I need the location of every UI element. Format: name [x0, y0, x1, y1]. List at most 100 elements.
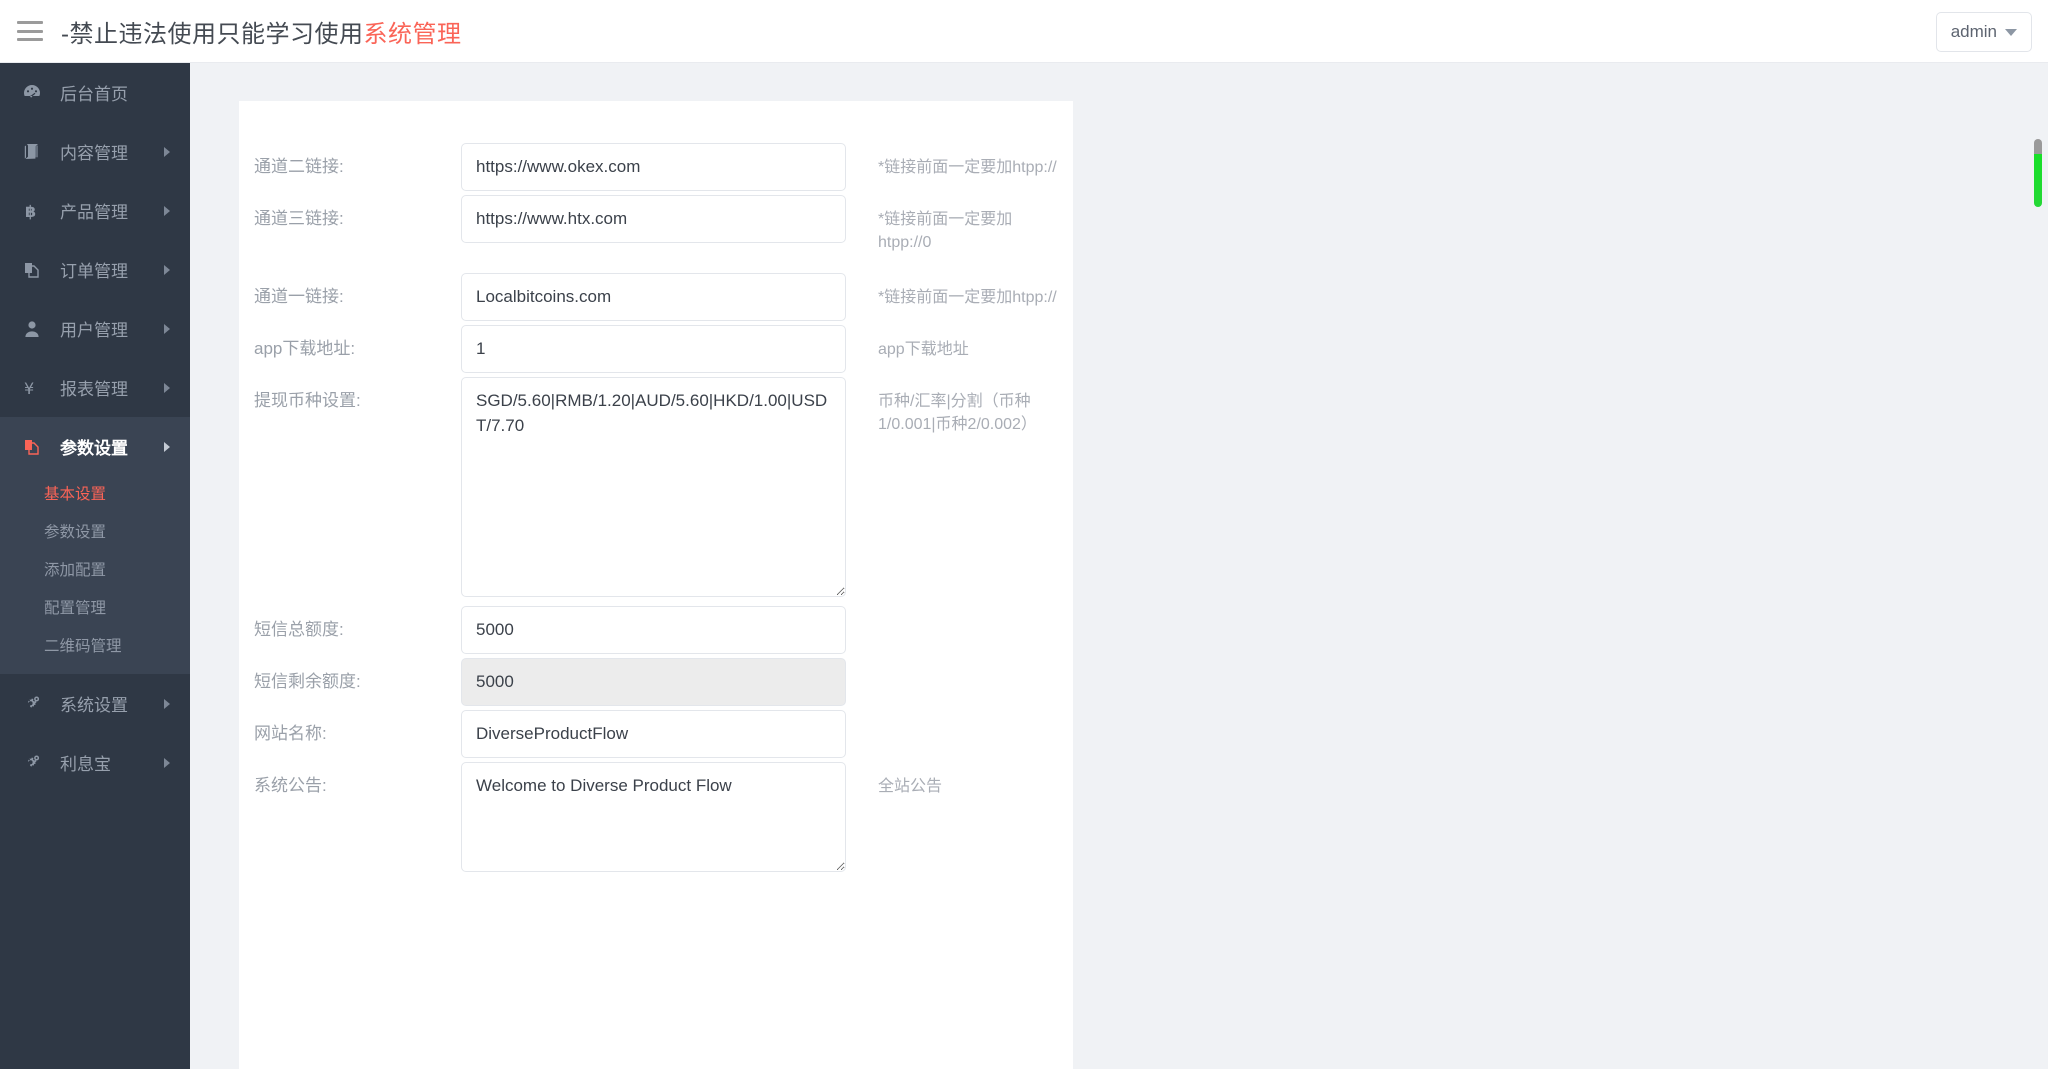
sms-remaining-quota-input — [461, 658, 846, 706]
sidebar-item-label: 产品管理 — [60, 198, 128, 223]
field-label: 系统公告: — [239, 762, 461, 810]
chevron-right-icon — [164, 442, 170, 452]
file-copy-icon — [22, 437, 46, 457]
top-bar: -禁止违法使用只能学习使用系统管理 admin — [0, 0, 2048, 63]
sidebar-item-params[interactable]: 参数设置 — [0, 417, 190, 476]
sidebar-item-product[interactable]: ฿ 产品管理 — [0, 181, 190, 240]
scrollbar-thumb[interactable] — [2034, 139, 2042, 207]
form-row: 短信剩余额度: — [239, 658, 1073, 706]
book-icon — [22, 142, 46, 162]
user-icon — [22, 319, 46, 339]
sidebar-item-dashboard[interactable]: 后台首页 — [0, 63, 190, 122]
svg-text:¥: ¥ — [24, 379, 34, 398]
field-wrap: SGD/5.60|RMB/1.20|AUD/5.60|HKD/1.00|USDT… — [461, 377, 846, 602]
hamburger-icon[interactable] — [17, 21, 43, 41]
chevron-right-icon — [164, 206, 170, 216]
admin-page: -禁止违法使用只能学习使用系统管理 admin 后台首页 内容管理 — [0, 0, 2048, 1069]
main-content: 通道二链接: *链接前面一定要加htpp:// 通道三链接: *链接前面一定要加… — [190, 63, 2048, 1069]
form-row: 系统公告: Welcome to Diverse Product Flow 全站… — [239, 762, 1073, 877]
field-label: 短信总额度: — [239, 606, 461, 654]
field-wrap — [461, 195, 846, 243]
files-icon — [22, 260, 46, 280]
field-hint: *链接前面一定要加htpp:// — [846, 273, 1073, 310]
field-hint — [846, 606, 1073, 620]
form-row: app下载地址: app下载地址 — [239, 325, 1073, 373]
form-row: 网站名称: — [239, 710, 1073, 758]
svg-text:฿: ฿ — [25, 202, 36, 221]
field-label: 通道三链接: — [239, 195, 461, 243]
sidebar-item-content[interactable]: 内容管理 — [0, 122, 190, 181]
form-row: 短信总额度: — [239, 606, 1073, 654]
chevron-right-icon — [164, 699, 170, 709]
field-hint — [846, 710, 1073, 724]
field-wrap — [461, 606, 846, 654]
sidebar-item-label: 报表管理 — [60, 375, 128, 400]
field-label: 通道一链接: — [239, 273, 461, 321]
sidebar-submenu: 基本设置 参数设置 添加配置 配置管理 二维码管理 — [0, 476, 190, 674]
admin-dropdown[interactable]: admin — [1936, 12, 2032, 52]
field-label: 网站名称: — [239, 710, 461, 758]
sidebar-item-system-settings[interactable]: 系统设置 — [0, 674, 190, 733]
sidebar-group-params: 参数设置 基本设置 参数设置 添加配置 配置管理 二维码管理 — [0, 417, 190, 674]
sidebar-subitem-label: 基本设置 — [44, 486, 106, 503]
sidebar-item-order[interactable]: 订单管理 — [0, 240, 190, 299]
chevron-down-icon — [2005, 29, 2017, 36]
sms-total-quota-input[interactable] — [461, 606, 846, 654]
field-label: 通道二链接: — [239, 143, 461, 191]
field-wrap: Welcome to Diverse Product Flow — [461, 762, 846, 877]
channel-three-link-input[interactable] — [461, 195, 846, 243]
sidebar-subitem-label: 配置管理 — [44, 600, 106, 617]
withdraw-currency-settings-textarea[interactable]: SGD/5.60|RMB/1.20|AUD/5.60|HKD/1.00|USDT… — [461, 377, 846, 597]
form-row: 提现币种设置: SGD/5.60|RMB/1.20|AUD/5.60|HKD/1… — [239, 377, 1073, 602]
page-scrollbar[interactable] — [2031, 63, 2045, 1069]
sidebar-item-label: 利息宝 — [60, 750, 111, 775]
gears-icon — [22, 694, 46, 714]
field-label: app下载地址: — [239, 325, 461, 373]
sidebar-subitem-label: 参数设置 — [44, 524, 106, 541]
field-wrap — [461, 273, 846, 321]
brand-prefix-text: -禁止违法使用只能学习使用 — [61, 21, 364, 48]
field-hint — [846, 658, 1073, 672]
form-row: 通道一链接: *链接前面一定要加htpp:// — [239, 273, 1073, 321]
sidebar-item-label: 用户管理 — [60, 316, 128, 341]
sidebar-subitem-config-management[interactable]: 配置管理 — [0, 590, 190, 628]
website-name-input[interactable] — [461, 710, 846, 758]
sidebar-item-label: 系统设置 — [60, 691, 128, 716]
field-hint: app下载地址 — [846, 325, 1073, 362]
sidebar-item-interest-treasure[interactable]: 利息宝 — [0, 733, 190, 792]
sidebar-item-label: 参数设置 — [60, 434, 128, 459]
field-wrap — [461, 143, 846, 191]
app-download-url-input[interactable] — [461, 325, 846, 373]
field-wrap — [461, 658, 846, 706]
system-announcement-textarea[interactable]: Welcome to Diverse Product Flow — [461, 762, 846, 872]
admin-label: admin — [1951, 22, 1997, 42]
channel-one-link-input[interactable] — [461, 273, 846, 321]
chevron-right-icon — [164, 383, 170, 393]
channel-two-link-input[interactable] — [461, 143, 846, 191]
field-wrap — [461, 710, 846, 758]
sidebar-subitem-add-config[interactable]: 添加配置 — [0, 552, 190, 590]
dashboard-icon — [22, 83, 46, 103]
field-hint: *链接前面一定要加htpp:// — [846, 143, 1073, 180]
sidebar-subitem-label: 二维码管理 — [44, 638, 122, 655]
sidebar-item-user[interactable]: 用户管理 — [0, 299, 190, 358]
field-wrap — [461, 325, 846, 373]
sidebar-subitem-param-settings[interactable]: 参数设置 — [0, 514, 190, 552]
page-title: -禁止违法使用只能学习使用系统管理 — [61, 14, 462, 49]
chevron-right-icon — [164, 147, 170, 157]
gears-icon — [22, 753, 46, 773]
sidebar-subitem-label: 添加配置 — [44, 562, 106, 579]
sidebar-subitem-qrcode-management[interactable]: 二维码管理 — [0, 628, 190, 666]
chevron-right-icon — [164, 758, 170, 768]
sidebar-item-report[interactable]: ¥ 报表管理 — [0, 358, 190, 417]
bitcoin-icon: ฿ — [22, 201, 46, 221]
yen-icon: ¥ — [22, 378, 46, 398]
chevron-right-icon — [164, 324, 170, 334]
field-label: 短信剩余额度: — [239, 658, 461, 706]
field-hint: *链接前面一定要加htpp://0 — [846, 195, 1073, 254]
form-row: 通道三链接: *链接前面一定要加htpp://0 — [239, 195, 1073, 254]
sidebar-subitem-basic-settings[interactable]: 基本设置 — [0, 476, 190, 514]
sidebar-item-label: 内容管理 — [60, 139, 128, 164]
settings-card: 通道二链接: *链接前面一定要加htpp:// 通道三链接: *链接前面一定要加… — [239, 101, 1073, 1069]
field-label: 提现币种设置: — [239, 377, 461, 425]
